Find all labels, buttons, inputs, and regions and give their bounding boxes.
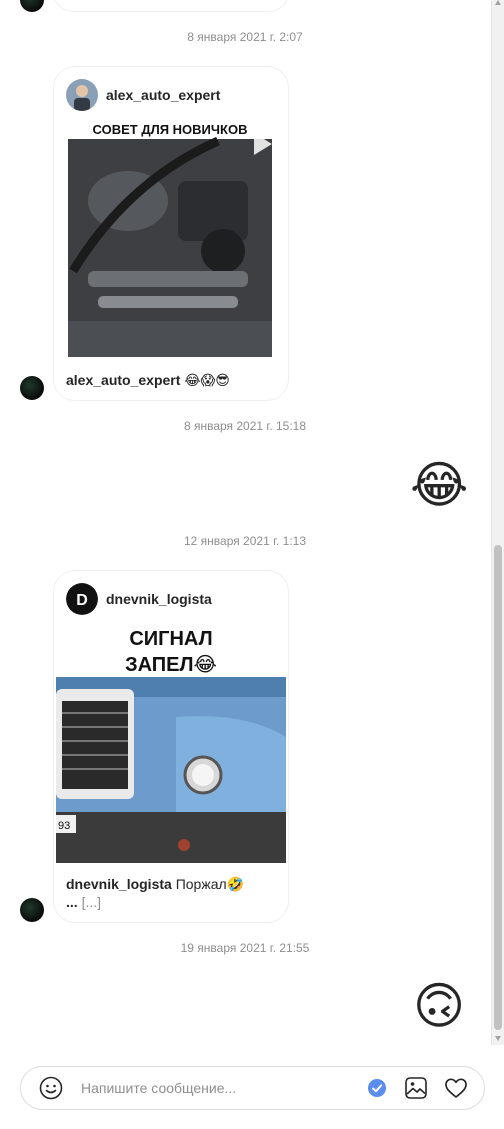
post-author-username[interactable]: alex_auto_expert	[106, 87, 220, 103]
post-author-avatar[interactable]	[66, 79, 98, 111]
post-header: alex_auto_expert	[66, 79, 220, 111]
play-icon[interactable]	[254, 133, 272, 155]
upside-down-face-emoji-icon: 🙃	[412, 978, 466, 1034]
svg-text:93: 93	[58, 820, 70, 832]
caption-text: 😂😱😎	[184, 372, 230, 388]
emoji-message: 😂	[410, 456, 468, 514]
post-image-text: СИГНАЛ ЗАПЕЛ😂	[125, 628, 217, 676]
sender-avatar[interactable]	[20, 376, 44, 400]
message-input[interactable]	[79, 1077, 353, 1099]
shared-post-card[interactable]: D dnevnik_logista СИГНАЛ ЗАПЕЛ😂 93 dnevn…	[53, 570, 289, 923]
grammar-check-icon[interactable]	[365, 1076, 389, 1100]
timestamp: 12 января 2021 г. 1:13	[183, 534, 307, 548]
caption-text: Поржал🤣	[175, 876, 245, 892]
caption-username[interactable]: dnevnik_logista	[66, 876, 172, 892]
post-header: D dnevnik_logista	[66, 583, 212, 615]
shared-post-card[interactable]: alex_auto_expert СОВЕТ ДЛЯ НОВИЧКОВ alex…	[53, 66, 289, 401]
laughing-emoji-icon: 😂	[410, 457, 469, 513]
sender-avatar[interactable]	[20, 898, 44, 922]
heart-icon[interactable]	[444, 1076, 468, 1100]
truck-photo: 93	[56, 677, 286, 863]
post-media-image[interactable]: СОВЕТ ДЛЯ НОВИЧКОВ	[68, 121, 272, 357]
post-caption: alex_auto_expert 😂😱😎	[66, 371, 230, 389]
sender-avatar[interactable]	[20, 0, 44, 12]
post-media-image[interactable]: СИГНАЛ ЗАПЕЛ😂 93	[56, 625, 286, 863]
caption-more-dots: ...	[66, 894, 78, 910]
message-composer	[20, 1066, 485, 1110]
timestamp: 19 января 2021 г. 21:55	[180, 941, 310, 955]
post-image-text: СОВЕТ ДЛЯ НОВИЧКОВ	[92, 122, 248, 137]
scrollbar-thumb[interactable]	[494, 545, 502, 1030]
post-caption: dnevnik_logista Поржал🤣 ... [...]	[66, 875, 244, 911]
caption-username[interactable]: alex_auto_expert	[66, 372, 180, 388]
svg-text:D: D	[76, 592, 88, 609]
scrollbar[interactable]	[491, 0, 504, 1045]
engine-photo	[68, 121, 272, 357]
message-thread[interactable]: 8 января 2021 г. 2:07 alex_auto_expert С…	[0, 0, 490, 1050]
play-icon[interactable]	[256, 637, 274, 659]
scroll-up-arrow-icon[interactable]	[495, 0, 501, 5]
timestamp: 8 января 2021 г. 2:07	[187, 30, 303, 44]
message-bubble-partial	[53, 0, 289, 12]
scroll-down-arrow-icon[interactable]	[495, 1036, 501, 1041]
emoji-picker-icon[interactable]	[39, 1076, 63, 1100]
post-author-avatar[interactable]: D	[66, 583, 98, 615]
timestamp: 8 января 2021 г. 15:18	[183, 419, 307, 433]
post-author-username[interactable]: dnevnik_logista	[106, 591, 212, 607]
expand-caption-link[interactable]: [...]	[82, 894, 101, 910]
image-upload-icon[interactable]	[404, 1076, 428, 1100]
emoji-message: 🙃	[410, 977, 468, 1035]
